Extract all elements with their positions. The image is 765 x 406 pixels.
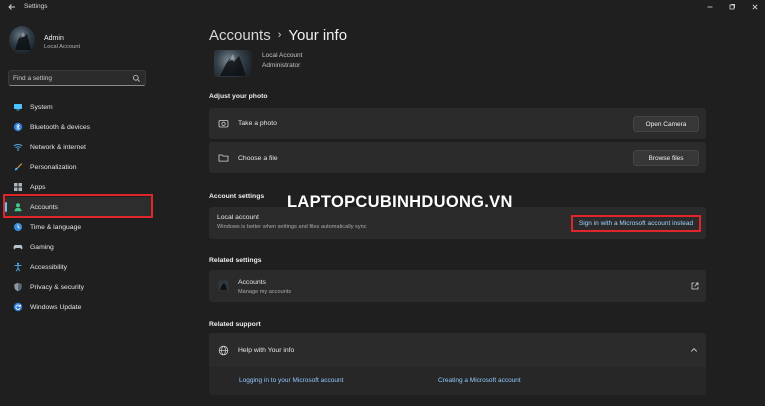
section-title-related-settings: Related settings bbox=[209, 257, 262, 264]
help-link-creating-account[interactable]: Creating a Microsoft account bbox=[438, 377, 521, 384]
folder-icon bbox=[218, 154, 229, 162]
local-account-description: Windows is better when settings and file… bbox=[217, 224, 367, 230]
search-box[interactable] bbox=[8, 70, 146, 86]
minimize-icon[interactable] bbox=[705, 2, 715, 12]
breadcrumb: Accounts › Your info bbox=[209, 27, 347, 44]
shield-icon bbox=[14, 282, 22, 292]
bluetooth-icon bbox=[13, 122, 23, 132]
profile-name: Admin bbox=[44, 35, 64, 42]
sidebar-item-label: Apps bbox=[30, 183, 46, 191]
take-photo-label: Take a photo bbox=[238, 120, 277, 127]
globe-icon bbox=[218, 345, 229, 356]
help-links-panel: Logging in to your Microsoft account Cre… bbox=[209, 367, 706, 395]
choose-file-card: Choose a file Browse files bbox=[209, 142, 706, 173]
account-avatar bbox=[214, 50, 252, 77]
related-accounts-card[interactable]: Accounts Manage my accounts bbox=[209, 270, 706, 302]
accounts-highlight-box bbox=[3, 194, 153, 218]
brush-icon bbox=[14, 163, 23, 171]
chevron-up-icon[interactable] bbox=[690, 346, 698, 354]
close-icon[interactable] bbox=[750, 2, 760, 12]
search-icon[interactable] bbox=[132, 74, 141, 83]
sidebar-item-label: Network & internet bbox=[30, 143, 86, 151]
accessibility-icon bbox=[14, 262, 22, 272]
sidebar-item-network[interactable]: Network & internet bbox=[4, 137, 152, 157]
sidebar-item-personalization[interactable]: Personalization bbox=[4, 157, 152, 177]
maximize-icon[interactable] bbox=[727, 2, 737, 12]
gamepad-icon bbox=[13, 245, 23, 250]
choose-file-label: Choose a file bbox=[238, 155, 278, 162]
sidebar-item-label: Time & language bbox=[30, 223, 82, 231]
breadcrumb-parent[interactable]: Accounts bbox=[209, 27, 271, 44]
camera-icon bbox=[218, 120, 229, 128]
help-your-info-label: Help with Your info bbox=[238, 347, 295, 354]
sidebar-item-time-language[interactable]: Time & language bbox=[4, 217, 152, 237]
open-camera-button[interactable]: Open Camera bbox=[633, 116, 699, 132]
search-input[interactable] bbox=[13, 73, 131, 84]
back-arrow-icon[interactable] bbox=[7, 2, 17, 12]
watermark: LAPTOPCUBINHDUONG.VN bbox=[287, 193, 513, 211]
title-bar: Settings bbox=[0, 0, 765, 16]
take-photo-card: Take a photo Open Camera bbox=[209, 108, 706, 139]
sidebar-item-windows-update[interactable]: Windows Update bbox=[4, 297, 152, 317]
sidebar-item-system[interactable]: System bbox=[4, 97, 152, 117]
wifi-icon bbox=[13, 144, 23, 151]
microsoft-signin-link[interactable]: Sign in with a Microsoft account instead bbox=[571, 215, 701, 232]
section-title-account-settings: Account settings bbox=[209, 193, 265, 200]
section-title-related-support: Related support bbox=[209, 321, 261, 328]
sidebar-item-label: Windows Update bbox=[30, 303, 82, 311]
sidebar-item-accessibility[interactable]: Accessibility bbox=[4, 257, 152, 277]
help-your-info-header[interactable]: Help with Your info bbox=[209, 333, 706, 367]
local-account-label: Local account bbox=[217, 214, 259, 221]
sidebar-item-gaming[interactable]: Gaming bbox=[4, 237, 152, 257]
monitor-icon bbox=[14, 104, 22, 111]
account-thumbnail-icon bbox=[218, 280, 229, 291]
related-accounts-label: Accounts bbox=[238, 279, 266, 286]
sidebar-item-privacy[interactable]: Privacy & security bbox=[4, 277, 152, 297]
external-link-icon bbox=[691, 282, 699, 290]
apps-icon bbox=[14, 183, 22, 191]
page-title: Your info bbox=[288, 27, 348, 44]
sidebar-item-label: Personalization bbox=[30, 163, 77, 171]
sidebar-item-bluetooth[interactable]: Bluetooth & devices bbox=[4, 117, 152, 137]
profile-account-type: Local Account bbox=[44, 44, 81, 50]
sidebar-item-label: System bbox=[30, 103, 53, 111]
account-type: Local Account bbox=[262, 52, 303, 59]
account-role: Administrator bbox=[262, 62, 301, 69]
browse-files-button[interactable]: Browse files bbox=[633, 150, 699, 166]
related-accounts-description: Manage my accounts bbox=[238, 289, 292, 295]
window-title: Settings bbox=[24, 3, 48, 10]
sidebar-item-label: Gaming bbox=[30, 243, 54, 251]
refresh-icon bbox=[13, 302, 23, 312]
section-title-adjust-photo: Adjust your photo bbox=[209, 93, 268, 100]
profile-avatar[interactable] bbox=[9, 26, 35, 54]
globe-clock-icon bbox=[14, 223, 22, 231]
sidebar-item-label: Accessibility bbox=[30, 263, 68, 271]
sidebar-item-label: Privacy & security bbox=[30, 283, 85, 291]
breadcrumb-separator: › bbox=[277, 29, 282, 41]
sidebar-item-label: Bluetooth & devices bbox=[30, 123, 91, 131]
help-link-logging-in[interactable]: Logging in to your Microsoft account bbox=[239, 377, 343, 384]
